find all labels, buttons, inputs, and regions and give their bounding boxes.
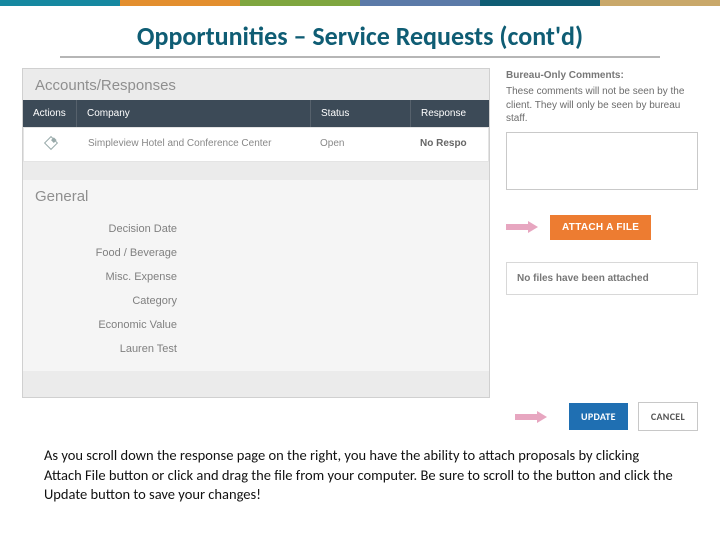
slide-caption: As you scroll down the response page on … [44, 446, 676, 505]
field-decision-date: Decision Date [23, 217, 191, 241]
section-accounts-responses-header: Accounts/Responses [23, 69, 489, 100]
no-files-message: No files have been attached [506, 262, 698, 295]
col-company: Company [77, 100, 311, 127]
row-company: Simpleview Hotel and Conference Center [78, 128, 310, 161]
table-row: Simpleview Hotel and Conference Center O… [23, 127, 489, 162]
section-general-header: General [23, 180, 489, 211]
row-edit-action[interactable] [24, 128, 78, 161]
col-actions: Actions [23, 100, 77, 127]
field-food-beverage: Food / Beverage [23, 241, 191, 265]
bureau-only-comments-textarea[interactable] [506, 132, 698, 190]
callout-arrow-icon [506, 221, 540, 233]
app-panel-right: Bureau-Only Comments: These comments wil… [506, 70, 698, 295]
field-lauren-test: Lauren Test [23, 337, 191, 361]
field-misc-expense: Misc. Expense [23, 265, 191, 289]
field-category: Category [23, 289, 191, 313]
app-panel-left: Accounts/Responses Actions Company Statu… [22, 68, 490, 398]
col-status: Status [311, 100, 411, 127]
update-button[interactable]: UPDATE [569, 403, 628, 430]
accent-bar [0, 0, 720, 6]
callout-arrow-icon [515, 411, 549, 423]
attach-file-button[interactable]: ATTACH A FILE [550, 215, 651, 240]
row-response: No Respo [410, 128, 488, 161]
slide-title: Opportunities – Service Requests (cont'd… [60, 6, 660, 58]
cancel-button[interactable]: CANCEL [638, 402, 698, 431]
col-response: Response [411, 100, 489, 127]
action-row: UPDATE CANCEL [515, 402, 698, 431]
row-status: Open [310, 128, 410, 161]
bureau-only-comments-title: Bureau-Only Comments: [506, 70, 698, 81]
field-economic-value: Economic Value [23, 313, 191, 337]
table-header: Actions Company Status Response [23, 100, 489, 127]
pencil-icon [44, 136, 58, 150]
bureau-only-comments-text: These comments will not be seen by the c… [506, 85, 698, 126]
